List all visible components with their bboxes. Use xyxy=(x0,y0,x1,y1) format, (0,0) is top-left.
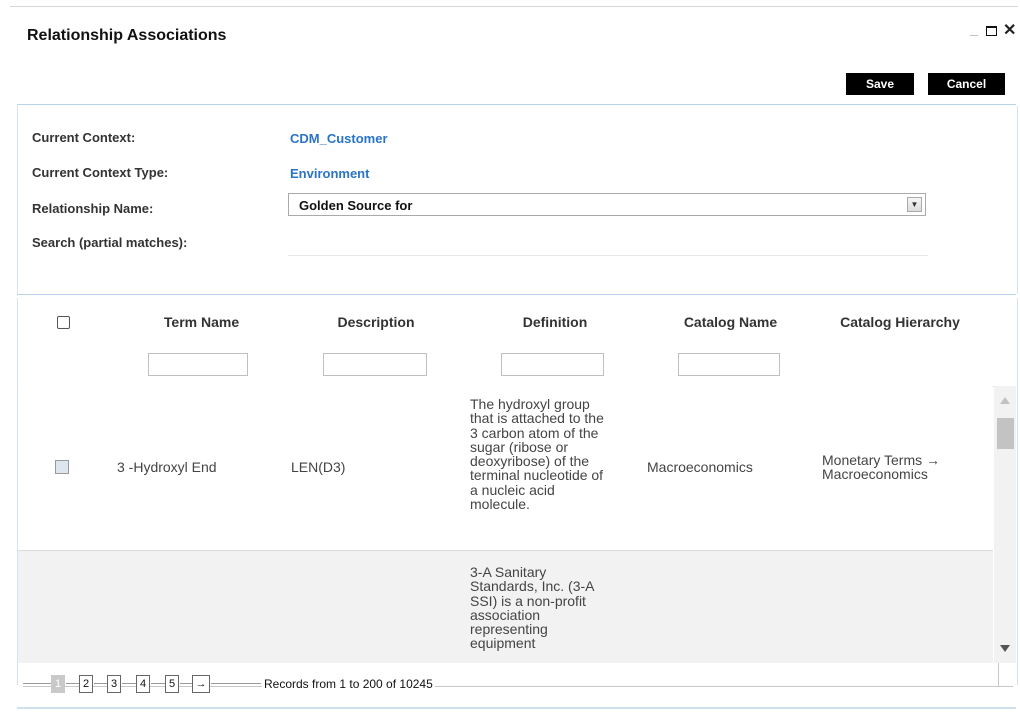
context-type-label: Current Context Type: xyxy=(32,165,169,180)
filter-definition-input[interactable] xyxy=(501,353,604,376)
column-header-description[interactable]: Description xyxy=(316,314,436,330)
page-2-button[interactable]: 2 xyxy=(79,675,93,693)
pager-dash xyxy=(180,683,192,684)
definition-line: The hydroxyl group xyxy=(470,396,590,412)
pager-dash xyxy=(66,683,79,684)
definition-line: that is attached to the xyxy=(470,410,604,427)
pagination: 1 2 3 4 5 → xyxy=(18,663,1016,693)
scroll-up-icon[interactable] xyxy=(1000,397,1010,404)
relationship-associations-dialog: Relationship Associations _ ✕ Save Cance… xyxy=(0,0,1020,713)
current-context-value: CDM_Customer xyxy=(290,131,388,146)
vertical-scrollbar[interactable] xyxy=(994,386,1016,663)
table-body: 3 -Hydroxyl End LEN(D3) The hydroxyl gro… xyxy=(18,386,993,663)
context-separator xyxy=(17,294,1016,295)
table-row[interactable]: 3 -Hydroxyl End LEN(D3) The hydroxyl gro… xyxy=(18,386,993,551)
column-header-catalog-hierarchy[interactable]: Catalog Hierarchy xyxy=(815,314,985,330)
pager-dash xyxy=(211,683,261,684)
search-label: Search (partial matches): xyxy=(32,235,188,250)
chevron-down-icon[interactable]: ▼ xyxy=(907,197,922,212)
pager-dash xyxy=(23,683,51,684)
minimize-icon[interactable]: _ xyxy=(970,20,978,36)
definition-line: sugar (ribose or xyxy=(470,438,569,455)
pager-right-line xyxy=(998,663,999,686)
context-type-value: Environment xyxy=(290,166,370,181)
relationship-name-label: Relationship Name: xyxy=(32,201,154,216)
close-icon[interactable]: ✕ xyxy=(1003,20,1016,40)
next-page-arrow-icon[interactable]: → xyxy=(192,675,210,693)
current-context-label: Current Context: xyxy=(32,130,136,145)
footer-separator xyxy=(17,707,1016,709)
hierarchy-line: Monetary Terms → xyxy=(822,452,940,468)
dialog-top-border xyxy=(10,6,1018,7)
records-status: Records from 1 to 200 of 10245 xyxy=(262,677,435,691)
page-1-button[interactable]: 1 xyxy=(51,675,65,693)
definition-line: molecule. xyxy=(470,496,530,513)
column-header-catalog-name[interactable]: Catalog Name xyxy=(668,314,793,330)
cell-term-name: 3 -Hydroxyl End xyxy=(117,459,217,475)
select-all-checkbox[interactable] xyxy=(57,316,70,329)
definition-line: representing xyxy=(470,621,548,638)
relationship-name-select[interactable]: Golden Source for ▼ xyxy=(288,193,926,216)
pager-dash xyxy=(94,683,107,684)
page-5-button[interactable]: 5 xyxy=(165,675,179,693)
cell-catalog-hierarchy: Monetary Terms → Macroeconomics xyxy=(822,453,940,482)
relationship-name-value: Golden Source for xyxy=(299,198,413,213)
definition-line: deoxyribose) of the xyxy=(470,453,590,470)
filter-term-name-input[interactable] xyxy=(148,353,248,376)
cell-description: LEN(D3) xyxy=(291,459,346,475)
filter-catalog-name-input[interactable] xyxy=(678,353,780,376)
hierarchy-line: Macroeconomics xyxy=(822,466,928,483)
column-header-term-name[interactable]: Term Name xyxy=(140,314,263,330)
row-checkbox[interactable] xyxy=(55,460,69,474)
pager-dash xyxy=(122,683,136,684)
definition-line: a nucleic acid xyxy=(470,481,555,498)
header-separator xyxy=(17,104,1016,105)
cell-definition: The hydroxyl group that is attached to t… xyxy=(470,396,604,513)
maximize-icon[interactable] xyxy=(986,26,997,36)
filter-description-input[interactable] xyxy=(323,353,427,376)
column-header-definition[interactable]: Definition xyxy=(495,314,615,330)
page-4-button[interactable]: 4 xyxy=(136,675,150,693)
page-3-button[interactable]: 3 xyxy=(107,675,121,693)
pager-dash xyxy=(151,683,165,684)
definition-line: SSI) is a non-profit xyxy=(470,592,586,609)
cell-definition: 3-A Sanitary Standards, Inc. (3-A SSI) i… xyxy=(470,565,595,651)
dialog-title: Relationship Associations xyxy=(27,27,227,44)
search-input[interactable] xyxy=(288,255,928,256)
definition-line: 3-A Sanitary xyxy=(470,564,547,580)
cell-catalog-name: Macroeconomics xyxy=(647,459,753,475)
definition-line: association xyxy=(470,606,541,623)
table-row[interactable]: 3-A Sanitary Standards, Inc. (3-A SSI) i… xyxy=(18,551,993,663)
cancel-button[interactable]: Cancel xyxy=(928,73,1005,95)
definition-line: 3 carbon atom of the xyxy=(470,424,599,441)
scroll-thumb[interactable] xyxy=(997,418,1014,449)
definition-line: Standards, Inc. (3-A xyxy=(470,578,595,595)
definition-line: terminal nucleotide of xyxy=(470,467,604,484)
definition-line: equipment xyxy=(470,635,536,652)
scroll-down-icon[interactable] xyxy=(1000,645,1010,652)
save-button[interactable]: Save xyxy=(846,73,914,95)
